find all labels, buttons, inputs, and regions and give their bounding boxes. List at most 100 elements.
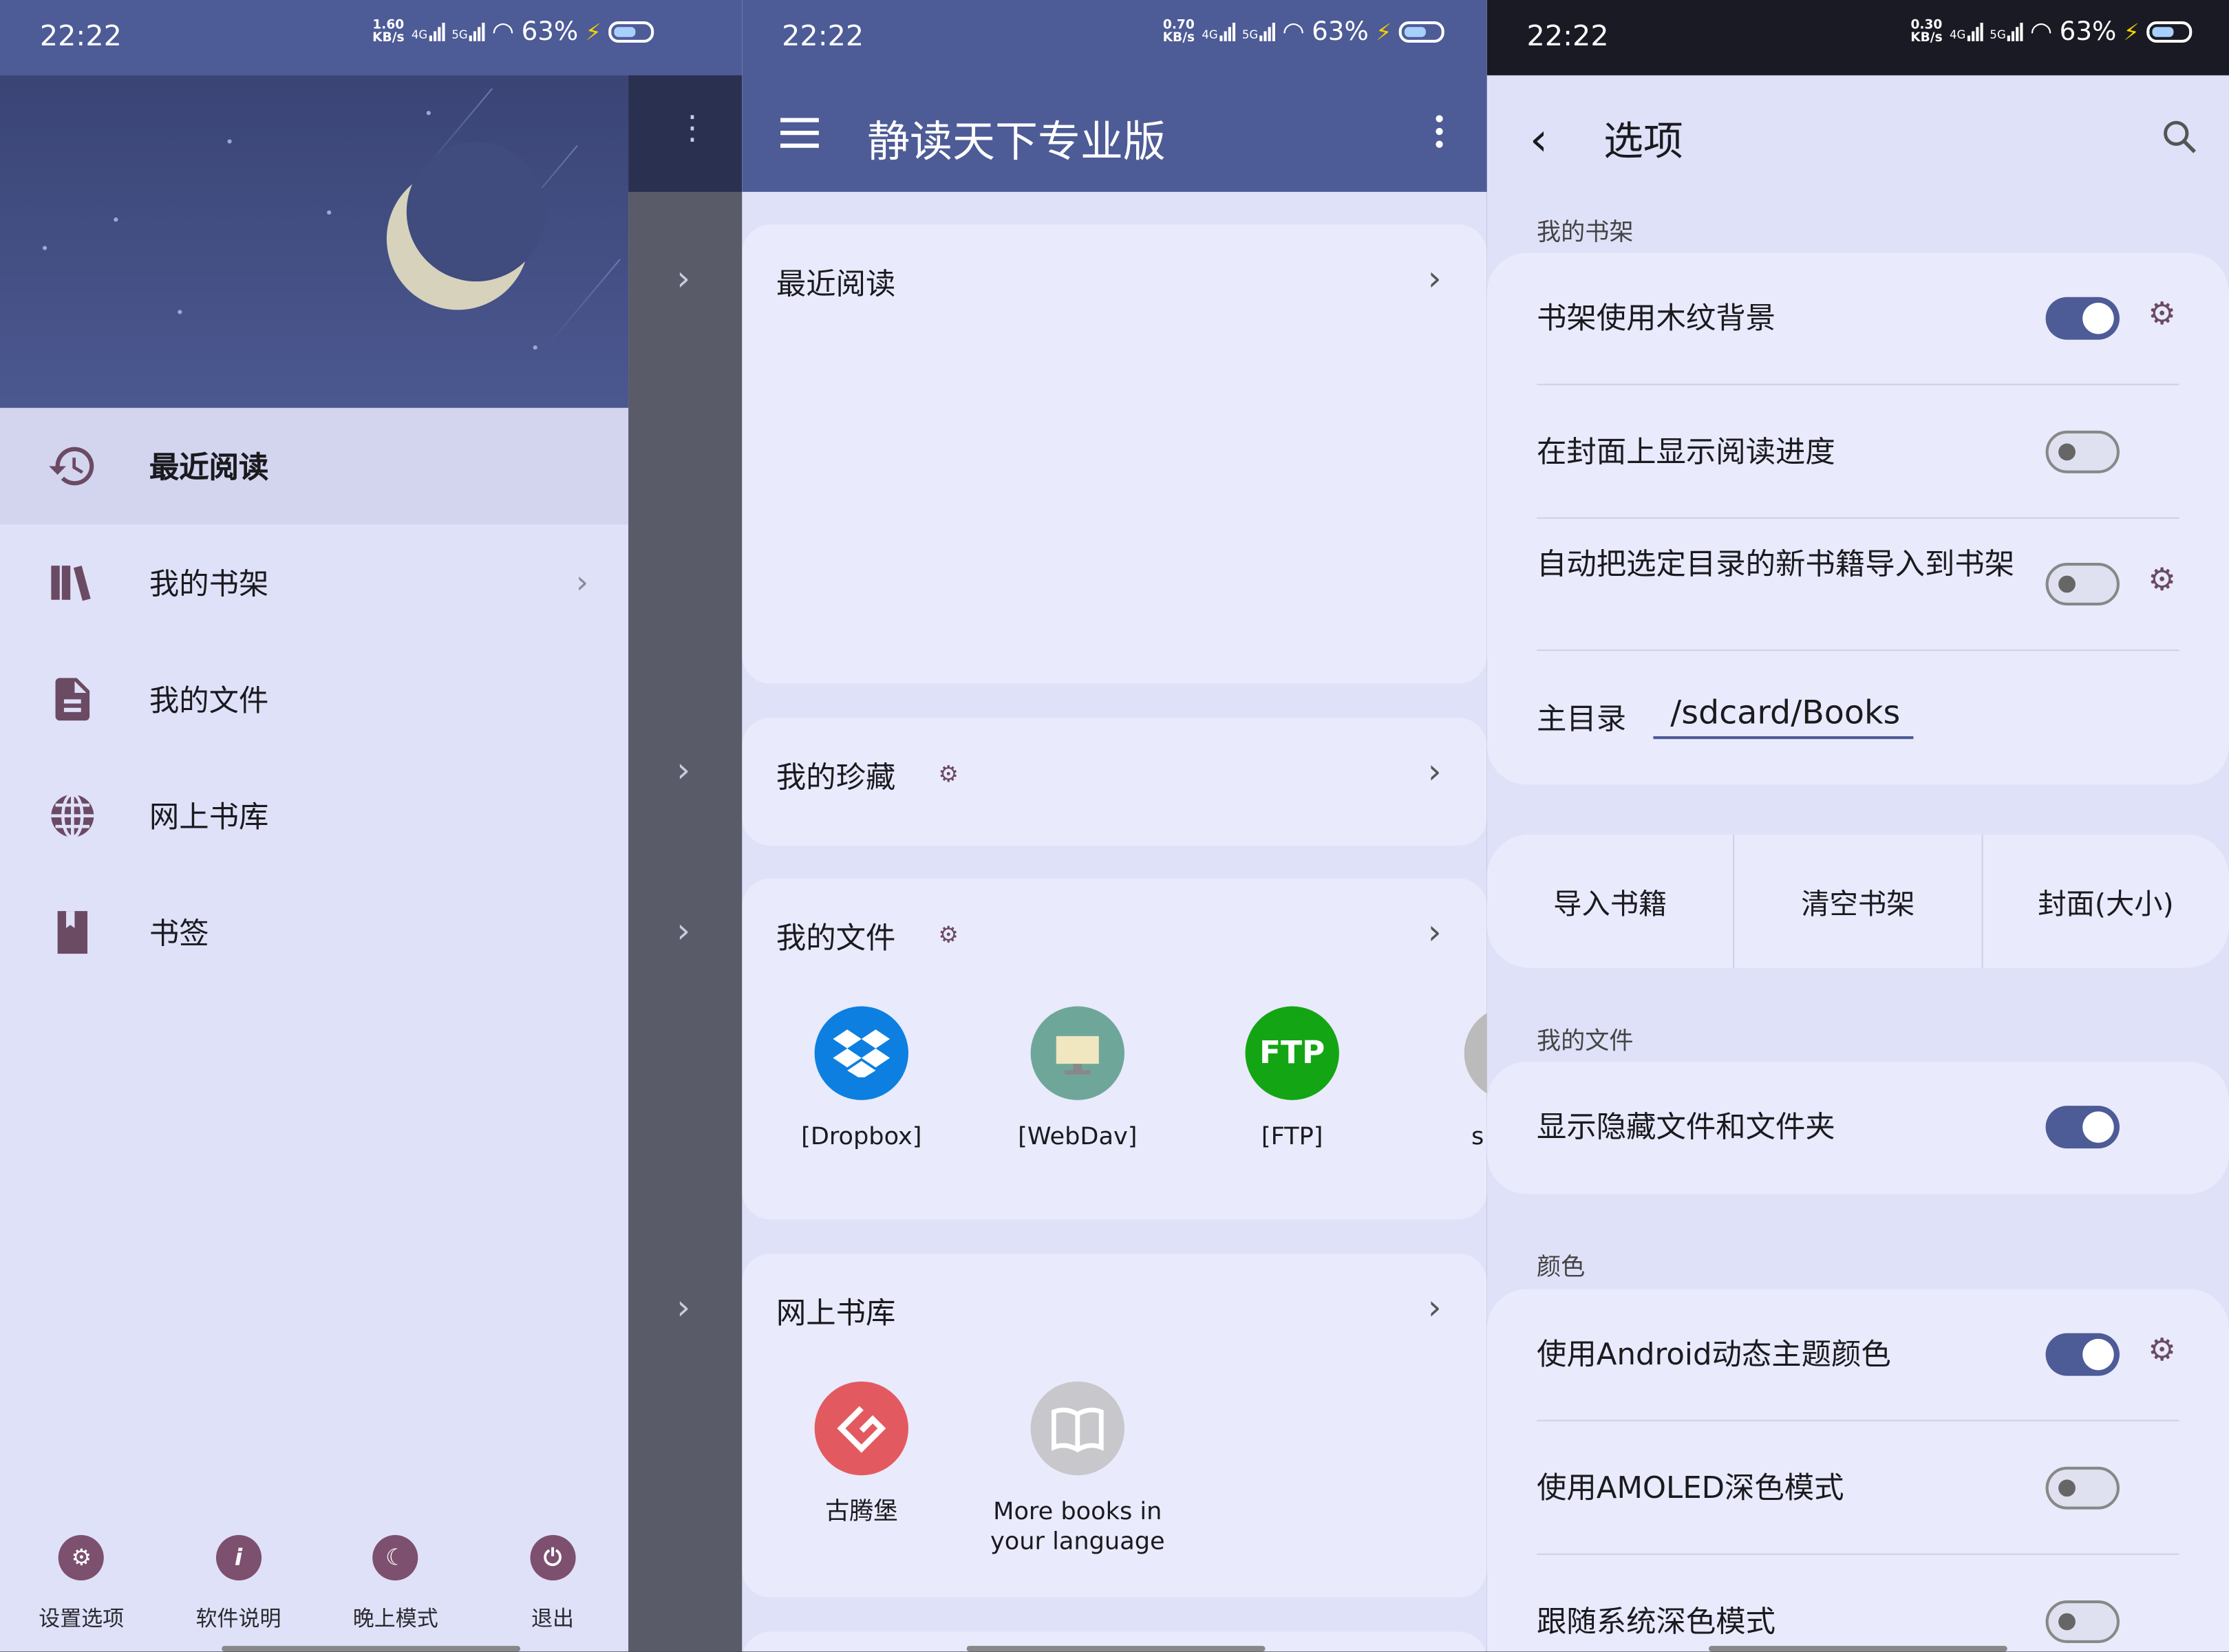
power-icon: ⏻ — [529, 1534, 576, 1581]
about-button[interactable]: i 软件说明 — [163, 1521, 314, 1633]
battery-icon — [1398, 21, 1444, 43]
wifi-icon: ◠ — [491, 17, 515, 47]
bookshelf-actions: 导入书籍 清空书架 封面(大小) — [1486, 834, 2229, 968]
wood-background-toggle[interactable] — [2045, 297, 2120, 340]
wifi-icon: ◠ — [2029, 17, 2053, 47]
charging-icon: ⚡ — [1376, 18, 1392, 46]
follow-system-row[interactable]: 跟随系统深色模式 — [1537, 1555, 2179, 1651]
gear-icon: ⚙ — [58, 1534, 105, 1581]
battery-percent: 63% — [521, 17, 579, 47]
home-indicator[interactable] — [966, 1646, 1266, 1652]
more-item-icon[interactable] — [1464, 1006, 1487, 1100]
history-icon — [47, 440, 98, 491]
main-panel: 22:22 0.70 KB/s 4G 5G ◠ 63% ⚡ 静读天下专业版 最近阅… — [742, 0, 1487, 1652]
section-header: 我的书架 — [1537, 219, 1634, 248]
section-header: 颜色 — [1537, 1253, 1586, 1283]
amoled-toggle[interactable] — [2045, 1466, 2120, 1510]
follow-system-toggle[interactable] — [2045, 1600, 2120, 1643]
bookshelf-icon — [47, 557, 98, 608]
webdav-icon — [1030, 1006, 1124, 1100]
drawer-item-bookmarks[interactable]: 书签 — [0, 874, 628, 990]
chevron-right-icon: › — [1427, 912, 1442, 953]
drawer-menu: 最近阅读 我的书架 › 我的文件 网上书库 书签 — [0, 407, 629, 991]
settings-button[interactable]: ⚙ 设置选项 — [6, 1521, 157, 1633]
gear-icon[interactable]: ⚙ — [2148, 297, 2176, 333]
library-card[interactable]: 网上书库 › 古腾堡 More books in your language — [742, 1253, 1487, 1598]
status-time: 22:22 — [39, 18, 122, 53]
signal-icon: 5G — [451, 23, 485, 41]
favorites-card[interactable]: 我的珍藏 ⚙ › — [742, 718, 1487, 846]
status-bar: 22:22 0.30 KB/s 4G 5G ◠ 63% ⚡ — [1486, 0, 2229, 76]
gear-icon[interactable]: ⚙ — [938, 760, 959, 787]
status-bar: 22:22 1.60 KB/s 4G 5G ◠ 63% ⚡ — [0, 0, 743, 76]
search-icon[interactable] — [2161, 118, 2198, 155]
color-settings: 使用Android动态主题颜色 ⚙ 使用AMOLED深色模式 跟随系统深色模式 — [1486, 1289, 2229, 1652]
signal-icon: 4G — [412, 23, 445, 41]
drawer-panel: · · · › › › › 22:22 1.60 KB/s 4G 5G ◠ 63% ⚡ — [0, 0, 743, 1652]
drawer-item-library[interactable]: 网上书库 — [0, 758, 628, 874]
bookmark-icon — [47, 907, 98, 958]
app-bar: 静读天下专业版 — [742, 75, 1487, 192]
home-indicator[interactable] — [222, 1646, 521, 1652]
reading-progress-toggle[interactable] — [2045, 430, 2120, 473]
main-directory-input[interactable]: /sdcard/Books — [1653, 695, 1914, 740]
exit-button[interactable]: ⏻ 退出 — [477, 1521, 628, 1633]
network-speed: 1.60 KB/s — [372, 17, 405, 45]
open-book-icon — [1030, 1381, 1124, 1476]
signal-icon: 5G — [1990, 23, 2023, 41]
drawer-item-bookshelf[interactable]: 我的书架 › — [0, 524, 628, 641]
amoled-row[interactable]: 使用AMOLED深色模式 — [1537, 1422, 2179, 1555]
moon-icon — [386, 142, 546, 310]
back-arrow-icon[interactable]: ‹ — [1530, 112, 1548, 166]
options-panel: 22:22 0.30 KB/s 4G 5G ◠ 63% ⚡ ‹ 选项 我的书架 书… — [1486, 0, 2229, 1652]
dropbox-icon — [814, 1006, 908, 1100]
wood-background-row[interactable]: 书架使用木纹背景 ⚙ — [1537, 253, 2179, 385]
drawer-item-recent[interactable]: 最近阅读 — [0, 407, 629, 525]
ftp-item[interactable]: FTP [FTP] — [1199, 1006, 1385, 1153]
dropbox-item[interactable]: [Dropbox] — [769, 1006, 954, 1153]
signal-icon: 4G — [1202, 23, 1235, 41]
cover-size-button[interactable]: 封面(大小) — [1983, 835, 2229, 968]
overflow-menu-icon[interactable] — [1436, 115, 1444, 153]
show-hidden-row[interactable]: 显示隐藏文件和文件夹 — [1537, 1062, 2179, 1194]
gutenberg-icon — [814, 1381, 908, 1476]
battery-icon — [608, 21, 654, 43]
dynamic-color-row[interactable]: 使用Android动态主题颜色 ⚙ — [1537, 1289, 2179, 1422]
files-settings: 显示隐藏文件和文件夹 — [1486, 1062, 2229, 1194]
show-hidden-toggle[interactable] — [2045, 1106, 2120, 1149]
status-bar: 22:22 0.70 KB/s 4G 5G ◠ 63% ⚡ — [742, 0, 1487, 76]
auto-import-row[interactable]: 自动把选定目录的新书籍导入到书架 ⚙ — [1537, 519, 2179, 652]
webdav-item[interactable]: [WebDav] — [985, 1006, 1171, 1153]
scrim[interactable] — [628, 0, 743, 1652]
more-books-item[interactable]: More books in your language — [985, 1381, 1171, 1558]
bookshelf-settings: 书架使用木纹背景 ⚙ 在封面上显示阅读进度 自动把选定目录的新书籍导入到书架 ⚙… — [1486, 253, 2229, 785]
overflow-icon: · · · — [687, 100, 698, 160]
clear-shelf-button[interactable]: 清空书架 — [1735, 834, 1983, 968]
night-mode-button[interactable]: ☾ 晚上模式 — [320, 1521, 471, 1633]
menu-icon[interactable] — [780, 118, 819, 156]
gear-icon[interactable]: ⚙ — [938, 921, 959, 948]
wifi-icon: ◠ — [1282, 17, 1305, 47]
auto-import-toggle[interactable] — [2045, 563, 2120, 605]
recent-card[interactable]: 最近阅读 › — [742, 224, 1487, 684]
gear-icon[interactable]: ⚙ — [2148, 1333, 2176, 1369]
signal-icon: 4G — [1950, 23, 1983, 41]
gutenberg-item[interactable]: 古腾堡 — [769, 1381, 954, 1528]
globe-icon — [47, 791, 98, 841]
document-icon — [47, 674, 98, 725]
signal-icon: 5G — [1242, 23, 1275, 41]
section-header: 我的文件 — [1537, 1027, 1634, 1056]
import-books-button[interactable]: 导入书籍 — [1487, 834, 1735, 968]
dynamic-color-toggle[interactable] — [2045, 1333, 2120, 1376]
moon-icon: ☾ — [372, 1534, 418, 1581]
drawer-item-files[interactable]: 我的文件 — [0, 641, 628, 758]
gear-icon[interactable]: ⚙ — [2148, 563, 2176, 599]
reading-progress-row[interactable]: 在封面上显示阅读进度 — [1537, 385, 2179, 519]
charging-icon: ⚡ — [2123, 18, 2140, 46]
chevron-right-icon: › — [676, 258, 691, 299]
home-indicator[interactable] — [1708, 1646, 2007, 1652]
chevron-right-icon: › — [676, 1287, 691, 1328]
files-card[interactable]: 我的文件 ⚙ › [Dropbox] [WebDav] FTP [FTP] s — [742, 878, 1487, 1220]
charging-icon: ⚡ — [585, 18, 601, 46]
peek-label: s — [1471, 1122, 1484, 1152]
